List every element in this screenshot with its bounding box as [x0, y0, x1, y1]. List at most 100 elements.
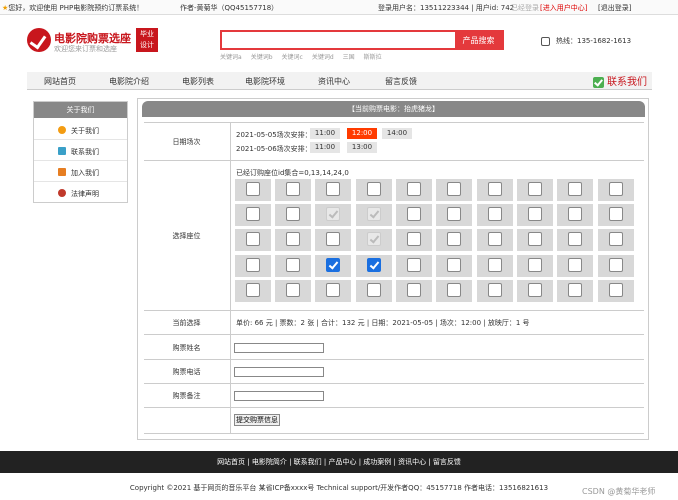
seat[interactable]: [477, 280, 513, 302]
seat[interactable]: [477, 229, 513, 251]
seat-checkbox[interactable]: [246, 182, 260, 196]
seat-checkbox[interactable]: [568, 182, 582, 196]
seat[interactable]: [275, 280, 311, 302]
seat-checkbox[interactable]: [286, 207, 300, 221]
seat-selected[interactable]: [315, 255, 351, 277]
seat[interactable]: [557, 179, 593, 201]
seat[interactable]: [275, 204, 311, 226]
keyword-link[interactable]: 三国: [343, 54, 355, 61]
seat[interactable]: [517, 179, 553, 201]
seat-checkbox[interactable]: [407, 258, 421, 272]
seat-checkbox[interactable]: [528, 258, 542, 272]
seat[interactable]: [235, 204, 271, 226]
seat-checkbox[interactable]: [488, 207, 502, 221]
seat[interactable]: [477, 204, 513, 226]
sidebar-item-join[interactable]: 加入我们: [34, 162, 127, 182]
seat[interactable]: [436, 179, 472, 201]
contact-us-link[interactable]: 联系我们: [593, 73, 647, 88]
sidebar-item-contact[interactable]: 联系我们: [34, 141, 127, 161]
seat[interactable]: [557, 204, 593, 226]
keyword-link[interactable]: 斯斯拉: [364, 54, 382, 61]
seat[interactable]: [235, 280, 271, 302]
seat-checkbox[interactable]: [488, 232, 502, 246]
seat[interactable]: [315, 229, 351, 251]
seat[interactable]: [275, 179, 311, 201]
seat-checkbox[interactable]: [326, 232, 340, 246]
seat-checkbox[interactable]: [447, 182, 461, 196]
seat[interactable]: [356, 280, 392, 302]
nav-item-home[interactable]: 网站首页: [44, 76, 76, 87]
seat-checkbox[interactable]: [407, 232, 421, 246]
logout-link[interactable]: [退出登录]: [598, 3, 631, 13]
seat-checkbox[interactable]: [609, 182, 623, 196]
seat-checkbox[interactable]: [286, 258, 300, 272]
seat-checkbox[interactable]: [286, 283, 300, 297]
seat-checkbox[interactable]: [326, 258, 340, 272]
seat-checkbox[interactable]: [367, 182, 381, 196]
search-input[interactable]: [222, 32, 456, 48]
footer-nav[interactable]: 网站首页 | 电影院简介 | 联系我们 | 产品中心 | 成功案例 | 资讯中心…: [0, 451, 678, 473]
seat[interactable]: [356, 179, 392, 201]
seat-checkbox[interactable]: [568, 283, 582, 297]
site-logo[interactable]: 电影院购票选座 欢迎您来订票和选座 毕业 设计: [27, 28, 167, 58]
keyword-link[interactable]: 关键词a: [220, 54, 242, 61]
seat-checkbox[interactable]: [326, 182, 340, 196]
seat-checkbox[interactable]: [367, 258, 381, 272]
seat[interactable]: [557, 255, 593, 277]
seat[interactable]: [235, 179, 271, 201]
seat-checkbox[interactable]: [528, 232, 542, 246]
seat-checkbox[interactable]: [447, 232, 461, 246]
seat-checkbox[interactable]: [326, 283, 340, 297]
time-button[interactable]: 11:00: [310, 142, 340, 153]
seat[interactable]: [396, 179, 432, 201]
seat[interactable]: [396, 204, 432, 226]
seat-checkbox[interactable]: [246, 283, 260, 297]
seat-checkbox[interactable]: [609, 283, 623, 297]
seat-checkbox[interactable]: [528, 283, 542, 297]
seat-checkbox[interactable]: [246, 207, 260, 221]
keyword-link[interactable]: 关键词d: [312, 54, 334, 61]
seat-checkbox[interactable]: [568, 207, 582, 221]
seat-checkbox[interactable]: [246, 232, 260, 246]
seat[interactable]: [598, 229, 634, 251]
seat-checkbox[interactable]: [488, 258, 502, 272]
nav-item-feedback[interactable]: 留言反馈: [385, 76, 417, 87]
seat-checkbox[interactable]: [528, 207, 542, 221]
search-button[interactable]: 产品搜索: [455, 32, 502, 48]
seat[interactable]: [275, 229, 311, 251]
seat-checkbox[interactable]: [286, 232, 300, 246]
seat[interactable]: [598, 179, 634, 201]
seat[interactable]: [315, 179, 351, 201]
name-input[interactable]: [234, 343, 324, 353]
seat[interactable]: [396, 255, 432, 277]
seat-checkbox[interactable]: [568, 232, 582, 246]
seat[interactable]: [235, 255, 271, 277]
seat[interactable]: [315, 280, 351, 302]
nav-item-environment[interactable]: 电影院环境: [245, 76, 285, 87]
phone-input[interactable]: [234, 367, 324, 377]
seat-checkbox[interactable]: [246, 258, 260, 272]
seat[interactable]: [598, 280, 634, 302]
seat-checkbox[interactable]: [609, 232, 623, 246]
keyword-link[interactable]: 关键词b: [251, 54, 273, 61]
seat-checkbox[interactable]: [609, 258, 623, 272]
seat[interactable]: [477, 255, 513, 277]
sidebar-item-about[interactable]: 关于我们: [34, 120, 127, 140]
seat-checkbox[interactable]: [609, 207, 623, 221]
time-button[interactable]: 14:00: [382, 128, 412, 139]
seat[interactable]: [436, 280, 472, 302]
seat[interactable]: [396, 229, 432, 251]
user-center-link[interactable]: [进入用户中心]: [540, 3, 587, 13]
keyword-link[interactable]: 关键词c: [282, 54, 303, 61]
note-input[interactable]: [234, 391, 324, 401]
seat-checkbox[interactable]: [488, 283, 502, 297]
seat-checkbox[interactable]: [407, 207, 421, 221]
nav-item-intro[interactable]: 电影院介绍: [109, 76, 149, 87]
time-button[interactable]: 13:00: [347, 142, 377, 153]
seat-checkbox[interactable]: [407, 283, 421, 297]
seat-checkbox[interactable]: [447, 283, 461, 297]
seat[interactable]: [436, 229, 472, 251]
nav-item-movies[interactable]: 电影列表: [182, 76, 214, 87]
seat[interactable]: [517, 280, 553, 302]
seat-checkbox[interactable]: [447, 207, 461, 221]
